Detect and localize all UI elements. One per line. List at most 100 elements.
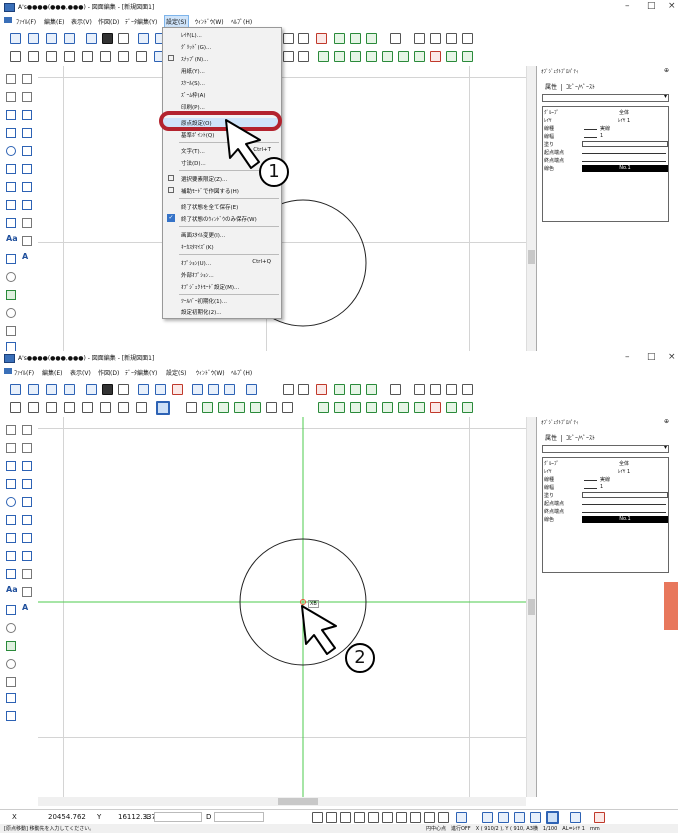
clip-icon[interactable] [366, 384, 377, 395]
rect-tool-icon[interactable] [6, 110, 16, 120]
group-select[interactable]: ▾ [542, 93, 669, 102]
circle-tool-icon[interactable] [6, 497, 16, 507]
d-field[interactable] [214, 812, 264, 822]
view-icon-8[interactable] [136, 51, 147, 62]
select-area-icon[interactable] [298, 51, 309, 62]
align-icon-3[interactable] [350, 51, 361, 62]
align-icon-10[interactable] [462, 402, 473, 413]
l-field[interactable] [154, 812, 202, 822]
sym-tool-icon[interactable] [22, 515, 32, 525]
snap-mode-icon-15[interactable] [530, 812, 541, 823]
save-as-icon[interactable] [86, 384, 97, 395]
open-plus-icon[interactable] [46, 33, 57, 44]
prop-value[interactable]: 全体 [584, 109, 664, 116]
edit-icon-3[interactable] [234, 402, 245, 413]
menu-file[interactable]: ﾌｧｲﾙ(F) [16, 17, 36, 26]
menu-item-external-options[interactable]: 外部ｵﾌﾟｼｮﾝ... [163, 270, 281, 280]
cross-tool-icon[interactable] [22, 479, 32, 489]
print-icon[interactable] [138, 33, 149, 44]
close-button[interactable]: × [668, 1, 676, 11]
view-icon-7[interactable] [118, 402, 129, 413]
snap-mode-icon-5[interactable] [368, 812, 379, 823]
rect-tool-icon[interactable] [6, 461, 16, 471]
menu-help[interactable]: ﾍﾙﾌﾟ(H) [231, 17, 252, 26]
line-color-swatch[interactable]: No.1 [582, 516, 668, 523]
group-select[interactable]: ▾ [542, 444, 669, 453]
maximize-button[interactable]: □ [647, 352, 656, 362]
menu-data-edit[interactable]: ﾃﾞｰﾀ編集(Y) [125, 17, 157, 26]
polyline-tool-icon[interactable] [22, 74, 32, 84]
fillet-tool-icon[interactable] [22, 533, 32, 543]
redo-icon[interactable] [298, 33, 309, 44]
tab-copy-paste[interactable]: ｺﾋﾟｰ/ﾍﾟｰｽﾄ [566, 84, 595, 91]
zoom-window-icon[interactable] [446, 33, 457, 44]
snap-mode-icon-16[interactable] [546, 811, 559, 824]
snap-icon[interactable] [316, 33, 327, 44]
horizontal-scrollbar[interactable] [38, 797, 526, 806]
pin-icon[interactable]: ⊕ [664, 67, 669, 74]
triangle-tool-icon[interactable] [6, 479, 16, 489]
prop-value[interactable]: ﾚｲﾔ 1 [584, 117, 664, 124]
fillet-tool-icon[interactable] [22, 182, 32, 192]
align-icon-8[interactable] [430, 51, 441, 62]
save-plus-icon[interactable] [118, 33, 129, 44]
align-icon-5[interactable] [382, 402, 393, 413]
grid-icon[interactable] [390, 33, 401, 44]
view-icon-1[interactable] [10, 51, 21, 62]
tab-attributes[interactable]: 属性 [545, 435, 557, 442]
snap-icon[interactable] [316, 384, 327, 395]
menu-item-key-customize[interactable]: ｷｰｶｽﾀﾏｲｽﾞ(K) [163, 242, 281, 252]
align-icon-1[interactable] [318, 51, 329, 62]
view-icon-7[interactable] [118, 51, 129, 62]
menu-draw[interactable]: 作図(D) [98, 368, 119, 377]
align-icon-2[interactable] [334, 402, 345, 413]
align-icon-10[interactable] [462, 51, 473, 62]
fill-box[interactable] [582, 492, 668, 498]
spline-tool-icon[interactable] [6, 569, 16, 579]
snap-mode-icon-2[interactable] [326, 812, 337, 823]
print-multi-icon[interactable] [224, 384, 235, 395]
prop-value[interactable]: 1 [600, 484, 603, 490]
edit-icon-1[interactable] [202, 402, 213, 413]
window-icon[interactable] [246, 384, 257, 395]
drawing-canvas-top[interactable] [38, 66, 526, 351]
open-multi-icon[interactable] [64, 33, 75, 44]
align-icon-2[interactable] [334, 51, 345, 62]
edit-icon-2[interactable] [218, 402, 229, 413]
select-area-icon[interactable] [282, 402, 293, 413]
view-icon-2[interactable] [28, 402, 39, 413]
menu-window[interactable]: ｳｨﾝﾄﾞｳ(W) [195, 17, 224, 26]
align-icon-4[interactable] [366, 51, 377, 62]
prop-value[interactable]: ﾚｲﾔ 1 [584, 468, 664, 475]
prop-value[interactable]: 全体 [584, 460, 664, 467]
vertical-scrollbar-top[interactable] [526, 66, 536, 351]
menu-item-snap[interactable]: ｽﾅｯﾌﾟ(N)... [163, 54, 281, 64]
snap-mode-icon-10[interactable] [438, 812, 449, 823]
measure-tool-icon[interactable] [6, 623, 16, 633]
maximize-button[interactable]: □ [647, 1, 656, 11]
menu-file[interactable]: ﾌｧｲﾙ(F) [14, 368, 34, 377]
view-icon-8[interactable] [136, 402, 147, 413]
menu-item-save-window-state[interactable]: ✓ 終了状態のｳｨﾝﾄﾞｳのみ保存(W) [163, 214, 281, 224]
undo-icon[interactable] [283, 384, 294, 395]
menu-help[interactable]: ﾍﾙﾌﾟ(H) [231, 368, 252, 377]
copy-icon[interactable] [334, 384, 345, 395]
table-tool-icon[interactable] [6, 677, 16, 687]
snap-mode-icon-3[interactable] [340, 812, 351, 823]
minimize-button[interactable]: – [625, 1, 630, 11]
cont-line-tool-icon[interactable] [6, 92, 16, 102]
cross-tool-icon[interactable] [22, 128, 32, 138]
triangle-tool-icon[interactable] [6, 128, 16, 138]
prop-value[interactable]: 1 [600, 133, 603, 139]
redo-icon[interactable] [298, 384, 309, 395]
align-icon-1[interactable] [318, 402, 329, 413]
undo-icon[interactable] [283, 33, 294, 44]
menu-data-edit[interactable]: ﾃﾞｰﾀ編集(Y) [125, 368, 157, 377]
search-tool-icon[interactable] [6, 308, 16, 318]
frame2-tool-icon[interactable] [22, 200, 32, 210]
frame2-tool-icon[interactable] [22, 551, 32, 561]
dimension-tool-icon[interactable] [6, 605, 16, 615]
y-value[interactable]: 16112.337 [118, 813, 156, 821]
menu-edit[interactable]: 編集(E) [42, 368, 62, 377]
menu-view[interactable]: 表示(V) [70, 368, 91, 377]
